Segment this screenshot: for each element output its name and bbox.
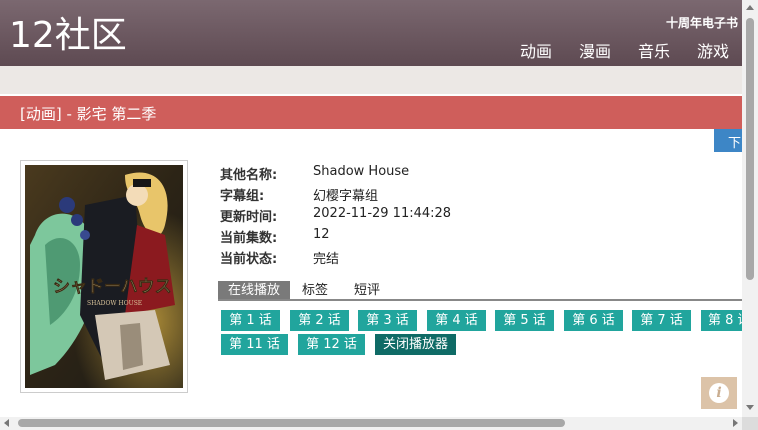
info-key: 当前集数:: [220, 231, 278, 246]
nav-games[interactable]: 游戏: [697, 38, 729, 62]
scroll-up-arrow-icon[interactable]: [746, 5, 754, 10]
horizontal-scroll-thumb[interactable]: [18, 419, 565, 427]
info-value: 完结: [313, 252, 340, 267]
info-panel: 其他名称: Shadow House 字幕组: 幻樱字幕组 更新时间: 2022…: [220, 164, 451, 269]
episode-button[interactable]: 第 11 话: [221, 334, 288, 355]
episode-button[interactable]: 第 5 话: [495, 310, 554, 331]
episode-button[interactable]: 第 12 话: [298, 334, 365, 355]
cover-art: シャドーハウス SHADOW HOUSE: [25, 165, 183, 388]
site-logo[interactable]: 12社区: [9, 14, 127, 58]
anniversary-link[interactable]: 十周年电子书: [666, 14, 738, 31]
page-title-bar: [动画] - 影宅 第二季: [0, 96, 742, 129]
episode-button[interactable]: 第 6 话: [564, 310, 623, 331]
episode-button[interactable]: 第 2 话: [290, 310, 349, 331]
episode-button[interactable]: 第 1 话: [221, 310, 280, 331]
info-button[interactable]: i: [701, 377, 737, 409]
info-key: 其他名称:: [220, 168, 278, 183]
info-value: Shadow House: [313, 164, 410, 179]
site-header: 12社区 十周年电子书 动画 漫画 音乐 游戏: [0, 0, 742, 66]
close-player-button[interactable]: 关闭播放器: [375, 334, 456, 355]
scroll-right-arrow-icon[interactable]: [733, 419, 738, 427]
info-value: 幻樱字幕组: [313, 189, 379, 204]
cover-subtitle-art: SHADOW HOUSE: [87, 300, 142, 307]
nav-manga[interactable]: 漫画: [579, 38, 611, 62]
header-band: [0, 66, 742, 94]
episode-button[interactable]: 第 8 话: [701, 310, 742, 331]
tab-reviews[interactable]: 短评: [342, 281, 394, 299]
info-value: 2022-11-29 11:44:28: [313, 206, 452, 221]
page-title: [动画] - 影宅 第二季: [20, 105, 157, 123]
info-key: 当前状态:: [220, 252, 278, 267]
tab-tags[interactable]: 标签: [290, 281, 342, 299]
episode-button[interactable]: 第 4 话: [427, 310, 486, 331]
main-nav: 动画 漫画 音乐 游戏: [520, 38, 729, 62]
episode-button[interactable]: 第 3 话: [358, 310, 417, 331]
content-tabs: 在线播放 标签 短评: [218, 281, 742, 301]
info-value: 12: [313, 227, 330, 242]
scroll-down-arrow-icon[interactable]: [746, 405, 754, 410]
nav-music[interactable]: 音乐: [638, 38, 670, 62]
episode-button[interactable]: 第 7 话: [632, 310, 691, 331]
info-row-episodes: 当前集数: 12: [220, 227, 451, 248]
nav-anime[interactable]: 动画: [520, 38, 552, 62]
scroll-left-arrow-icon[interactable]: [4, 419, 9, 427]
download-button[interactable]: 下: [714, 129, 742, 152]
info-row-fansub: 字幕组: 幻樱字幕组: [220, 185, 451, 206]
info-key: 更新时间:: [220, 210, 278, 225]
scrollbar-corner: [742, 417, 758, 430]
info-row-status: 当前状态: 完结: [220, 248, 451, 269]
cover-image: シャドーハウス SHADOW HOUSE: [20, 160, 188, 393]
info-row-alias: 其他名称: Shadow House: [220, 164, 451, 185]
info-icon: i: [709, 383, 729, 403]
info-row-updated: 更新时间: 2022-11-29 11:44:28: [220, 206, 451, 227]
info-key: 字幕组:: [220, 189, 265, 204]
page: 12社区 十周年电子书 动画 漫画 音乐 游戏 [动画] - 影宅 第二季 下: [0, 0, 758, 430]
vertical-scroll-thumb[interactable]: [746, 18, 754, 280]
tab-online-play[interactable]: 在线播放: [218, 281, 291, 299]
cover-title-art: シャドーハウス: [53, 277, 172, 297]
